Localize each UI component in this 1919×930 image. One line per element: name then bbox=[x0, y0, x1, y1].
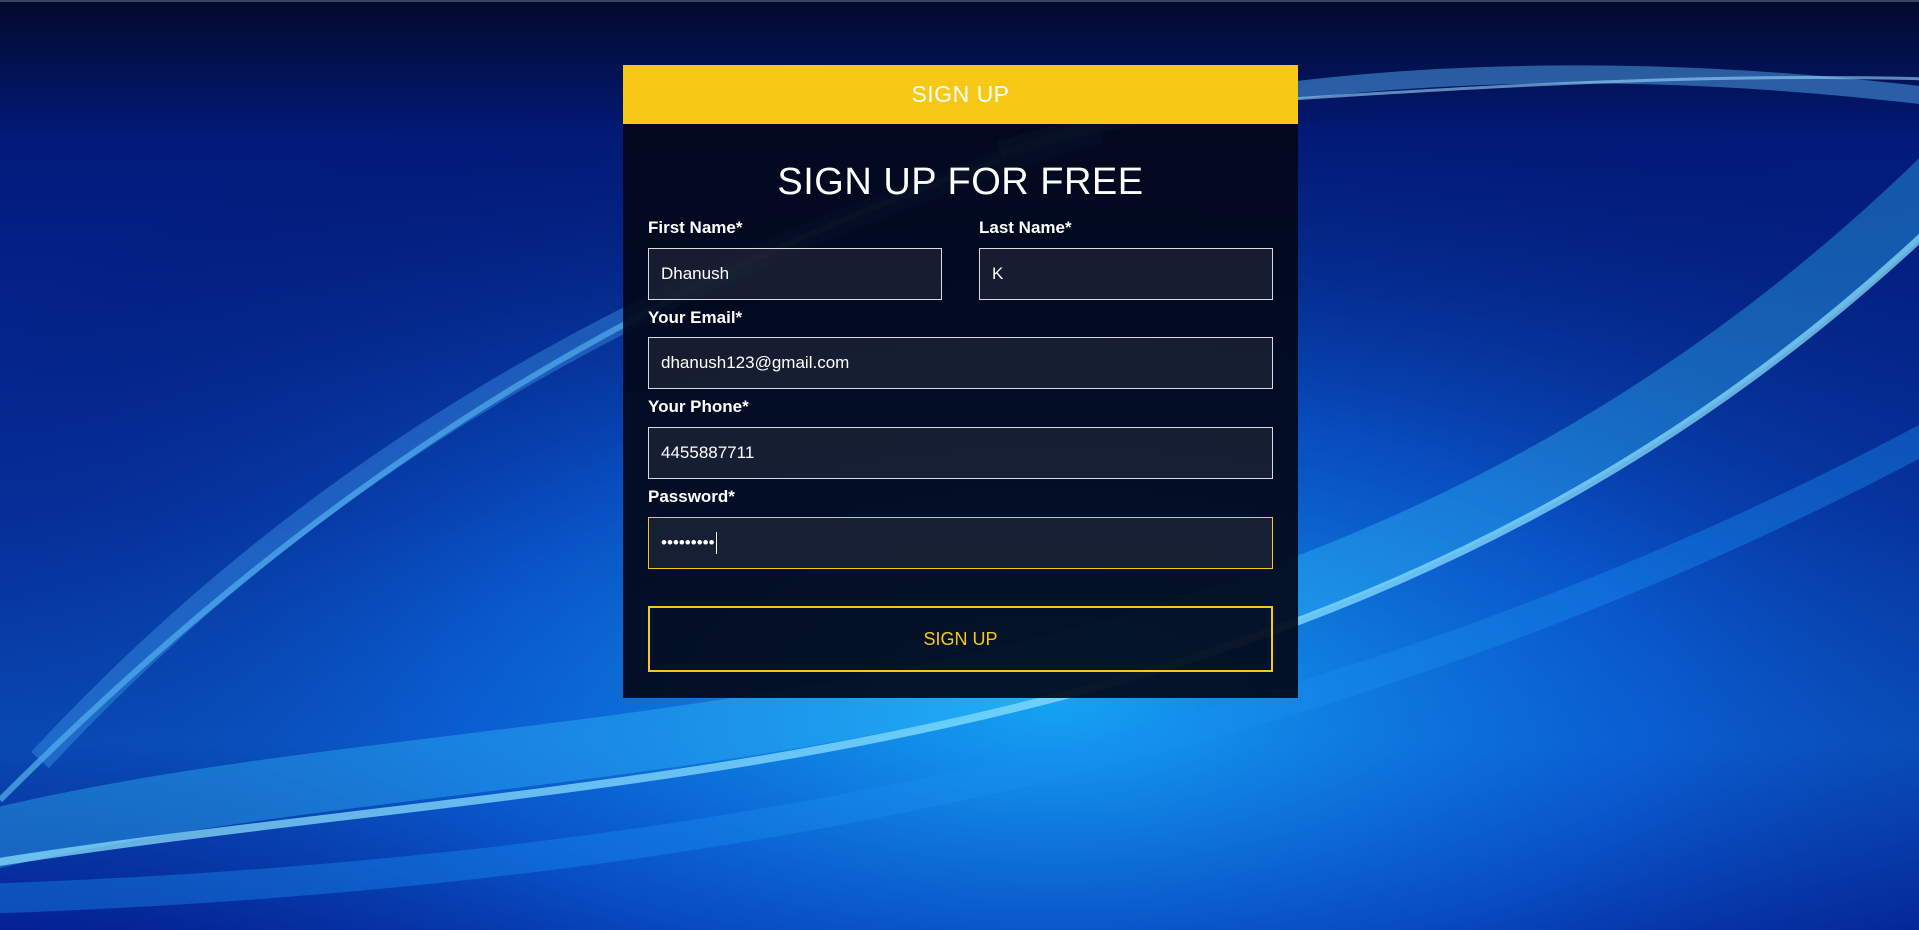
phone-input[interactable] bbox=[648, 427, 1273, 479]
window-top-border bbox=[0, 0, 1919, 2]
phone-label: Your Phone* bbox=[648, 397, 749, 416]
first-name-input[interactable] bbox=[648, 248, 942, 300]
last-name-label: Last Name* bbox=[979, 218, 1072, 237]
password-label: Password* bbox=[648, 487, 735, 506]
first-name-label: First Name* bbox=[648, 218, 743, 237]
signup-tab-header[interactable]: SIGN UP bbox=[623, 65, 1298, 124]
email-label: Your Email* bbox=[648, 308, 743, 327]
signup-panel: SIGN UP SIGN UP FOR FREE First Name* Las… bbox=[623, 65, 1298, 698]
email-input[interactable] bbox=[648, 337, 1273, 389]
last-name-input[interactable] bbox=[979, 248, 1273, 300]
signup-submit-button[interactable]: SIGN UP bbox=[648, 606, 1273, 672]
password-input[interactable] bbox=[648, 517, 1273, 569]
form-title: SIGN UP FOR FREE bbox=[777, 161, 1144, 203]
text-caret bbox=[716, 532, 717, 554]
